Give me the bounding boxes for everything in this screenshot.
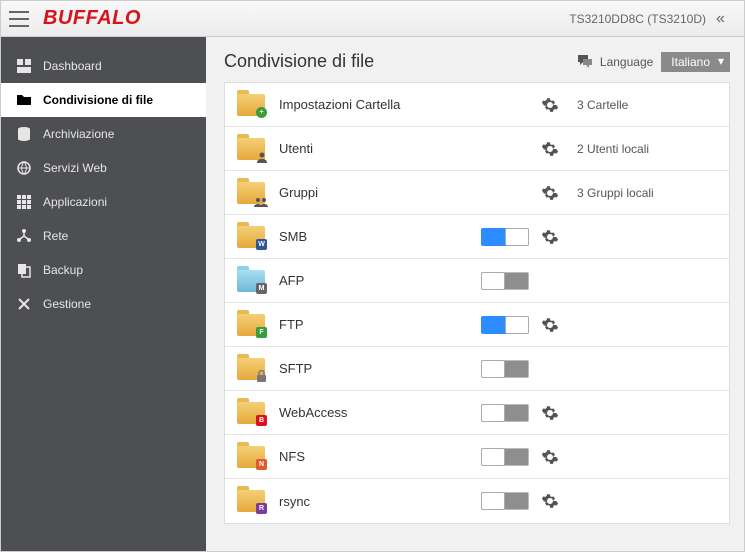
- collapse-sidebar-icon[interactable]: «: [716, 10, 736, 28]
- ftp-icon: F: [237, 314, 265, 336]
- language-icon: [576, 53, 594, 71]
- row-label: Utenti: [279, 141, 439, 156]
- sidebar-item-file-sharing[interactable]: Condivisione di file: [1, 83, 206, 117]
- topbar: BUFFALO TS3210DD8C (TS3210D) «: [1, 1, 744, 37]
- logo: BUFFALO: [43, 7, 141, 30]
- row-stat: 3 Gruppi locali: [577, 186, 717, 200]
- row-label: SFTP: [279, 361, 439, 376]
- sidebar-item-web-services[interactable]: Servizi Web: [1, 151, 206, 185]
- language-value: Italiano: [671, 55, 710, 69]
- sidebar-item-label: Dashboard: [43, 59, 102, 73]
- gear-icon[interactable]: [541, 96, 559, 114]
- row-webaccess: B WebAccess: [225, 391, 729, 435]
- toggle-sftp[interactable]: [481, 360, 529, 378]
- rsync-icon: R: [237, 490, 265, 512]
- tools-icon: [15, 295, 33, 313]
- device-name: TS3210DD8C (TS3210D): [569, 12, 706, 26]
- sidebar-item-label: Gestione: [43, 297, 91, 311]
- row-nfs: N NFS: [225, 435, 729, 479]
- sidebar-item-network[interactable]: Rete: [1, 219, 206, 253]
- toggle-rsync[interactable]: [481, 492, 529, 510]
- gear-icon[interactable]: [541, 228, 559, 246]
- toggle-afp[interactable]: [481, 272, 529, 290]
- row-label: NFS: [279, 449, 439, 464]
- sidebar-item-storage[interactable]: Archiviazione: [1, 117, 206, 151]
- row-label: AFP: [279, 273, 439, 288]
- row-label: rsync: [279, 494, 439, 509]
- menu-icon[interactable]: [9, 11, 29, 27]
- row-ftp: F FTP: [225, 303, 729, 347]
- row-sftp: SFTP: [225, 347, 729, 391]
- row-label: SMB: [279, 229, 439, 244]
- gear-icon[interactable]: [541, 316, 559, 334]
- apps-icon: [15, 193, 33, 211]
- folder-setup-icon: +: [237, 94, 265, 116]
- language-selector: Language Italiano: [576, 52, 730, 72]
- groups-icon: [237, 182, 265, 204]
- webaccess-icon: B: [237, 402, 265, 424]
- smb-icon: W: [237, 226, 265, 248]
- sidebar-item-label: Applicazioni: [43, 195, 107, 209]
- row-stat: 2 Utenti locali: [577, 142, 717, 156]
- sidebar-item-backup[interactable]: Backup: [1, 253, 206, 287]
- row-rsync: R rsync: [225, 479, 729, 523]
- gear-icon[interactable]: [541, 184, 559, 202]
- toggle-ftp[interactable]: [481, 316, 529, 334]
- row-afp: M AFP: [225, 259, 729, 303]
- settings-panel: + Impostazioni Cartella 3 Cartelle Utent…: [224, 82, 730, 524]
- row-users[interactable]: Utenti 2 Utenti locali: [225, 127, 729, 171]
- afp-icon: M: [237, 270, 265, 292]
- gear-icon[interactable]: [541, 404, 559, 422]
- row-stat: 3 Cartelle: [577, 98, 717, 112]
- sidebar-item-label: Rete: [43, 229, 68, 243]
- row-label: Gruppi: [279, 185, 439, 200]
- toggle-webaccess[interactable]: [481, 404, 529, 422]
- language-label: Language: [600, 55, 653, 69]
- row-smb: W SMB: [225, 215, 729, 259]
- storage-icon: [15, 125, 33, 143]
- page-title: Condivisione di file: [224, 51, 374, 72]
- gear-icon[interactable]: [541, 140, 559, 158]
- sidebar-item-label: Condivisione di file: [43, 93, 153, 107]
- dashboard-icon: [15, 57, 33, 75]
- row-groups[interactable]: Gruppi 3 Gruppi locali: [225, 171, 729, 215]
- users-icon: [237, 138, 265, 160]
- main-content: Condivisione di file Language Italiano +…: [206, 37, 744, 551]
- row-label: WebAccess: [279, 405, 439, 420]
- folder-icon: [15, 91, 33, 109]
- body: Dashboard Condivisione di file Archiviaz…: [1, 37, 744, 551]
- gear-icon[interactable]: [541, 448, 559, 466]
- sidebar-item-label: Archiviazione: [43, 127, 114, 141]
- sftp-icon: [237, 358, 265, 380]
- sidebar-item-applications[interactable]: Applicazioni: [1, 185, 206, 219]
- sidebar-item-dashboard[interactable]: Dashboard: [1, 49, 206, 83]
- sidebar-item-management[interactable]: Gestione: [1, 287, 206, 321]
- globe-icon: [15, 159, 33, 177]
- row-folder-setup[interactable]: + Impostazioni Cartella 3 Cartelle: [225, 83, 729, 127]
- sidebar-item-label: Backup: [43, 263, 83, 277]
- backup-icon: [15, 261, 33, 279]
- sidebar: Dashboard Condivisione di file Archiviaz…: [1, 37, 206, 551]
- toggle-nfs[interactable]: [481, 448, 529, 466]
- page-header: Condivisione di file Language Italiano: [224, 51, 730, 72]
- nfs-icon: N: [237, 446, 265, 468]
- network-icon: [15, 227, 33, 245]
- row-label: Impostazioni Cartella: [279, 97, 439, 112]
- toggle-smb[interactable]: [481, 228, 529, 246]
- gear-icon[interactable]: [541, 492, 559, 510]
- sidebar-item-label: Servizi Web: [43, 161, 107, 175]
- language-dropdown[interactable]: Italiano: [661, 52, 730, 72]
- row-label: FTP: [279, 317, 439, 332]
- app-window: BUFFALO TS3210DD8C (TS3210D) « Dashboard…: [0, 0, 745, 552]
